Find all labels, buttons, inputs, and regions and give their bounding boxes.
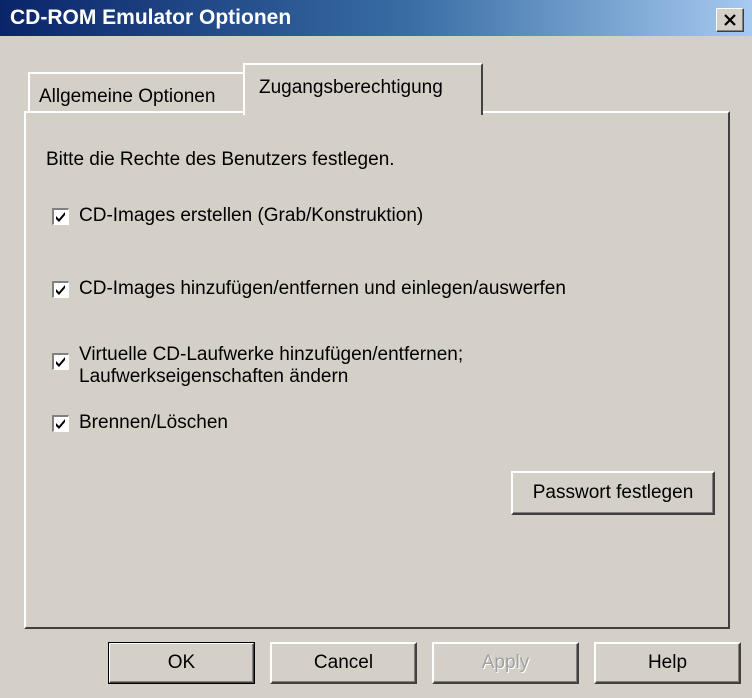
button-label: OK <box>167 652 196 673</box>
button-label: Cancel <box>313 652 374 673</box>
permission-label: Virtuelle CD-Laufwerke hinzufügen/entfer… <box>79 344 464 387</box>
help-button[interactable]: Help <box>594 642 741 684</box>
tab-label: Zugangsberechtigung <box>259 77 443 98</box>
button-label: Passwort festlegen <box>532 482 694 503</box>
permission-virtual-drives[interactable]: Virtuelle CD-Laufwerke hinzufügen/entfer… <box>52 344 464 388</box>
button-label: Apply <box>481 652 530 673</box>
button-label: Help <box>647 652 688 673</box>
permission-label: CD-Images hinzufügen/entfernen und einle… <box>79 278 566 299</box>
tab-label: Allgemeine Optionen <box>39 86 216 107</box>
checkbox[interactable] <box>52 415 69 432</box>
set-password-button[interactable]: Passwort festlegen <box>511 471 715 515</box>
close-button[interactable] <box>716 8 744 32</box>
close-icon <box>724 14 736 26</box>
apply-button[interactable]: Apply <box>432 642 579 684</box>
permission-manage-images[interactable]: CD-Images hinzufügen/entfernen und einle… <box>52 278 566 300</box>
permission-burn-erase[interactable]: Brennen/Löschen <box>52 412 228 434</box>
window-title: CD-ROM Emulator Optionen <box>10 6 292 29</box>
checkbox[interactable] <box>52 281 69 298</box>
cancel-button[interactable]: Cancel <box>270 642 417 684</box>
permission-label: Brennen/Löschen <box>79 412 228 433</box>
intro-text: Bitte die Rechte des Benutzers festlegen… <box>46 149 395 170</box>
checkmark-icon <box>56 357 65 367</box>
checkmark-icon <box>56 285 65 295</box>
checkbox[interactable] <box>52 208 69 225</box>
permission-create-images[interactable]: CD-Images erstellen (Grab/Konstruktion) <box>52 205 424 227</box>
permission-label: CD-Images erstellen (Grab/Konstruktion) <box>79 205 424 226</box>
title-bar[interactable]: CD-ROM Emulator Optionen <box>0 0 752 36</box>
ok-button[interactable]: OK <box>108 642 255 684</box>
checkmark-icon <box>56 212 65 222</box>
checkbox[interactable] <box>52 353 69 370</box>
dialog-window: CD-ROM Emulator Optionen Allgemeine Opti… <box>0 0 752 698</box>
tab-zugangsberechtigung[interactable]: Zugangsberechtigung <box>243 63 483 115</box>
checkmark-icon <box>56 419 65 429</box>
tab-allgemeine-optionen[interactable]: Allgemeine Optionen <box>28 72 246 114</box>
tab-panel: Bitte die Rechte des Benutzers festlegen… <box>24 111 730 629</box>
